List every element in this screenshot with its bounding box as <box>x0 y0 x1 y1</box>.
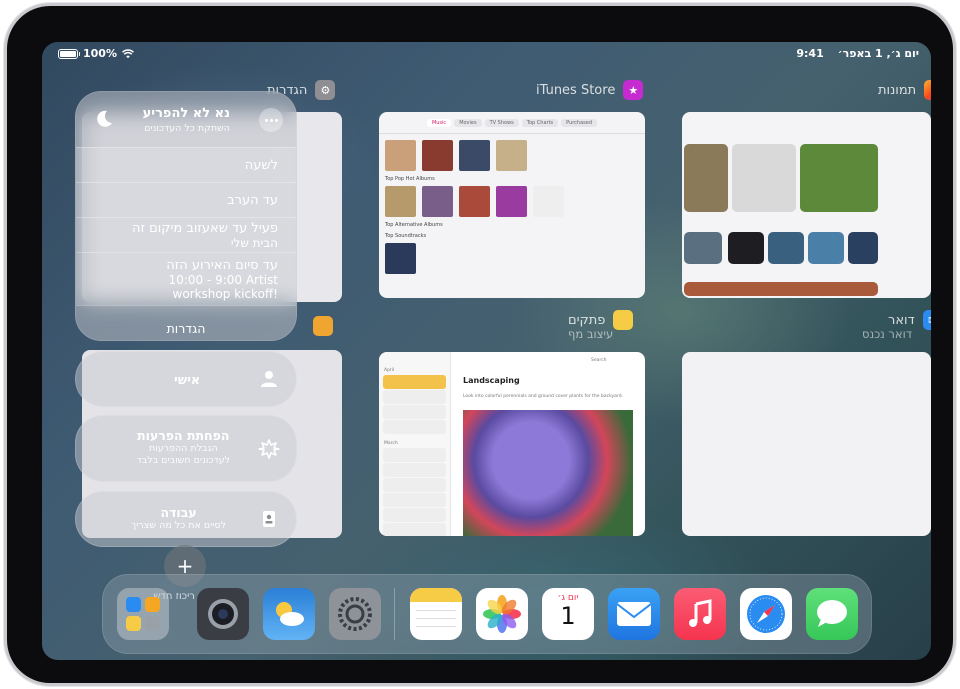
weather-app-icon[interactable] <box>263 588 315 640</box>
settings-app-icon[interactable] <box>329 588 381 640</box>
id-badge-icon <box>263 511 275 527</box>
dock-separator <box>394 588 395 640</box>
wifi-icon <box>122 48 134 58</box>
itunes-app-title: iTunes Store ★ <box>536 80 644 100</box>
focus-subtitle: השתקת כל העדכונים <box>144 123 230 134</box>
moon-icon <box>97 110 112 127</box>
focus-option-until-event-ends[interactable]: עד סיום האירוע הזה 10:00 - 9:00 Artist w… <box>76 252 296 305</box>
envelope-icon: ✉ <box>922 310 931 330</box>
music-app-icon[interactable] <box>674 588 726 640</box>
mail-app-icon[interactable] <box>608 588 660 640</box>
more-options-button[interactable] <box>259 108 283 132</box>
mail-window[interactable] <box>682 352 931 536</box>
battery-icon <box>58 48 80 59</box>
focus-title[interactable]: נא לא להפריע <box>143 106 230 121</box>
ipad-frame: 100% 9:41 יום ג׳, 1 באפר׳ הגדרות ⚙ iTune… <box>4 3 956 686</box>
focus-mode-work[interactable]: עבודה לסיים את כל מה שצריך <box>75 491 297 547</box>
notes-subtitle: עיצוב מף <box>568 327 614 341</box>
messages-app-icon[interactable] <box>806 588 858 640</box>
safari-app-icon[interactable] <box>740 588 792 640</box>
photos-icon <box>924 80 931 100</box>
calendar-app-icon[interactable]: יום ג׳ 1 <box>542 588 594 640</box>
sparkle-gear-icon <box>258 438 280 459</box>
note-title: Landscaping <box>463 376 520 385</box>
photos-window[interactable] <box>682 112 931 298</box>
app-library-icon[interactable] <box>117 588 169 640</box>
focus-option-one-hour[interactable]: לשעה <box>76 147 296 182</box>
focus-mode-personal[interactable]: אישי <box>75 351 297 407</box>
person-icon <box>261 371 277 387</box>
notes-window[interactable]: April March Search Landscaping Look into… <box>379 352 645 536</box>
focus-do-not-disturb-card: נא לא להפריע השתקת כל העדכונים לשעה עד ה… <box>75 91 297 341</box>
camera-app-icon[interactable] <box>197 588 249 640</box>
star-icon: ★ <box>623 80 644 100</box>
app-switcher-screen: 100% 9:41 יום ג׳, 1 באפר׳ הגדרות ⚙ iTune… <box>42 42 931 660</box>
focus-mode-reduce-interruptions[interactable]: הפחתת הפרעות הגבלת ההפרעות לעדכונים חשוב… <box>75 415 297 482</box>
status-date: יום ג׳, 1 באפר׳ <box>837 47 919 60</box>
app-small-icon <box>313 316 333 336</box>
gear-icon: ⚙ <box>315 80 336 100</box>
focus-option-until-evening[interactable]: עד הערב <box>76 182 296 217</box>
itunes-window[interactable]: Music Movies TV Shows Top Charts Purchas… <box>379 112 645 298</box>
status-time: 9:41 <box>796 47 824 60</box>
status-right: 9:41 יום ג׳, 1 באפר׳ <box>796 47 919 60</box>
notes-app-icon[interactable] <box>410 588 462 640</box>
focus-option-until-leave-location[interactable]: פעיל עד שאעזוב מיקום זה הבית שלי <box>76 217 296 252</box>
mail-subtitle: דואר נכנס <box>862 327 912 341</box>
notes-icon <box>613 310 634 330</box>
battery-percent: 100% <box>83 47 117 60</box>
photos-app-icon[interactable] <box>476 588 528 640</box>
focus-settings-button[interactable]: הגדרות <box>76 305 296 340</box>
status-left: 100% <box>58 47 134 60</box>
flower-image <box>463 410 633 536</box>
photos-app-title: תמונות <box>878 80 931 100</box>
